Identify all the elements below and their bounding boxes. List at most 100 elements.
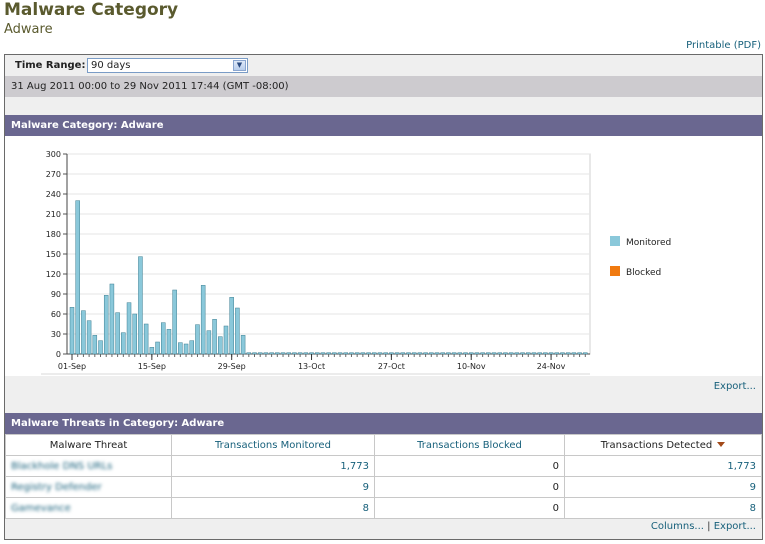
bar-monitored bbox=[143, 323, 149, 355]
chevron-down-icon[interactable]: ▼ bbox=[233, 60, 246, 71]
bar-monitored bbox=[189, 340, 195, 355]
bar-monitored bbox=[286, 352, 291, 355]
threat-name[interactable]: Gamevance bbox=[11, 503, 71, 514]
legend-label: Blocked bbox=[626, 268, 661, 278]
bar-monitored bbox=[423, 352, 428, 355]
bar-monitored bbox=[343, 352, 349, 355]
bar-monitored bbox=[200, 285, 206, 355]
legend-swatch bbox=[610, 266, 620, 276]
columns-link[interactable]: Columns... bbox=[651, 521, 704, 532]
column-header-blocked[interactable]: Transactions Blocked bbox=[374, 434, 565, 456]
bar-monitored bbox=[292, 352, 297, 355]
date-range-bar: 31 Aug 2011 00:00 to 29 Nov 2011 17:44 (… bbox=[5, 76, 762, 97]
bar-monitored bbox=[451, 352, 457, 355]
bar-monitored bbox=[314, 352, 320, 355]
column-header-detected[interactable]: Transactions Detected bbox=[564, 434, 762, 456]
detected-count[interactable]: 8 bbox=[564, 497, 762, 519]
y-tick-label: 0 bbox=[56, 350, 61, 359]
bar-monitored bbox=[320, 352, 326, 355]
bar-monitored bbox=[491, 352, 497, 355]
bar-monitored bbox=[354, 352, 360, 355]
bar-monitored bbox=[480, 352, 485, 355]
bar-monitored bbox=[383, 352, 388, 355]
bar-monitored bbox=[389, 352, 394, 355]
threat-name-cell[interactable]: Registry Defender bbox=[5, 476, 172, 498]
threat-name-cell[interactable]: Blackhole DNS URLs bbox=[5, 455, 172, 477]
bar-monitored bbox=[446, 352, 451, 355]
y-tick-label: 210 bbox=[46, 210, 61, 219]
bar-monitored bbox=[531, 352, 537, 355]
threat-name[interactable]: Registry Defender bbox=[11, 482, 102, 493]
bar-monitored bbox=[394, 352, 400, 355]
bar-monitored bbox=[132, 313, 137, 355]
bar-monitored bbox=[429, 352, 434, 355]
table-header-row: Malware Threat Transactions Monitored Tr… bbox=[5, 434, 762, 456]
bar-monitored bbox=[155, 341, 160, 355]
y-tick-label: 90 bbox=[51, 290, 61, 299]
bar-monitored bbox=[183, 343, 189, 355]
bar-monitored bbox=[503, 352, 508, 355]
bar-monitored bbox=[349, 352, 354, 355]
bar-monitored bbox=[520, 352, 525, 355]
bar-monitored bbox=[109, 283, 115, 355]
bar-monitored bbox=[269, 352, 274, 355]
time-range-row: Time Range: 90 days ▼ bbox=[5, 55, 762, 76]
bar-monitored bbox=[309, 352, 314, 355]
blocked-count: 0 bbox=[374, 497, 565, 519]
chart-export-link[interactable]: Export... bbox=[714, 381, 756, 392]
monitored-count[interactable]: 8 bbox=[171, 497, 375, 519]
bar-monitored bbox=[172, 289, 177, 355]
chart-section-header: Malware Category: Adware bbox=[5, 115, 762, 136]
bar-monitored bbox=[440, 352, 445, 355]
x-tick-label: 15-Sep bbox=[138, 362, 166, 371]
sort-descending-icon bbox=[717, 442, 726, 447]
x-tick-label: 24-Nov bbox=[537, 362, 566, 371]
bar-monitored bbox=[332, 352, 337, 355]
bar-monitored bbox=[360, 352, 366, 355]
bar-monitored bbox=[537, 352, 542, 355]
bar-monitored bbox=[81, 310, 86, 355]
y-tick-label: 180 bbox=[46, 230, 61, 239]
bar-monitored bbox=[417, 352, 423, 355]
monitored-count[interactable]: 9 bbox=[171, 476, 375, 498]
bar-monitored bbox=[218, 336, 223, 355]
time-range-selected-value: 90 days bbox=[91, 60, 131, 71]
detected-count[interactable]: 1,773 bbox=[564, 455, 762, 477]
bar-monitored bbox=[121, 332, 126, 355]
bar-monitored bbox=[372, 352, 377, 355]
page-title: Malware Category bbox=[4, 0, 179, 20]
time-range-label: Time Range: bbox=[15, 60, 86, 71]
column-header-monitored[interactable]: Transactions Monitored bbox=[171, 434, 375, 456]
y-tick-label: 240 bbox=[46, 190, 61, 199]
bar-monitored bbox=[543, 352, 548, 355]
bar-monitored bbox=[257, 352, 263, 355]
y-tick-label: 270 bbox=[46, 170, 61, 179]
blocked-count: 0 bbox=[374, 455, 565, 477]
bar-monitored bbox=[434, 352, 440, 355]
table-row: Registry Defender 9 0 9 bbox=[5, 476, 762, 498]
bar-monitored bbox=[195, 324, 200, 355]
bar-monitored bbox=[571, 352, 577, 355]
detected-count[interactable]: 9 bbox=[564, 476, 762, 498]
bar-monitored bbox=[560, 352, 565, 355]
bar-monitored bbox=[69, 307, 75, 355]
threat-name[interactable]: Blackhole DNS URLs bbox=[11, 461, 112, 472]
printable-pdf-link[interactable]: Printable (PDF) bbox=[686, 40, 761, 51]
threat-name-cell[interactable]: Gamevance bbox=[5, 497, 172, 519]
table-export-link[interactable]: Export... bbox=[714, 521, 756, 532]
column-header-detected-label: Transactions Detected bbox=[600, 439, 713, 451]
bar-monitored bbox=[229, 297, 234, 355]
bar-monitored bbox=[212, 319, 217, 355]
y-tick-label: 120 bbox=[46, 270, 61, 279]
bar-monitored bbox=[337, 352, 343, 355]
bar-monitored bbox=[577, 352, 582, 355]
monitored-count[interactable]: 1,773 bbox=[171, 455, 375, 477]
bar-monitored bbox=[497, 352, 502, 355]
bar-monitored bbox=[149, 347, 155, 355]
bar-monitored bbox=[138, 256, 143, 355]
bar-monitored bbox=[474, 352, 480, 355]
x-tick-label: 27-Oct bbox=[378, 362, 405, 371]
report-panel: Time Range: 90 days ▼ 31 Aug 2011 00:00 … bbox=[4, 54, 763, 540]
bar-monitored bbox=[246, 352, 252, 355]
time-range-select[interactable]: 90 days ▼ bbox=[87, 58, 248, 73]
